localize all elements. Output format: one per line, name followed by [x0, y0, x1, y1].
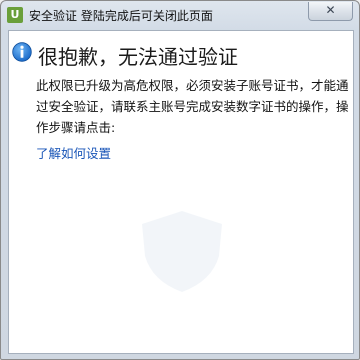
title-bar: U 安全验证 登陆完成后可关闭此页面 ✕	[1, 1, 359, 29]
close-button[interactable]: ✕	[308, 2, 353, 21]
info-icon	[12, 42, 32, 62]
error-headline: 很抱歉，无法通过验证	[38, 45, 238, 69]
security-verification-window: U 安全验证 登陆完成后可关闭此页面 ✕ 很抱歉，无法通过验证 此权限已升级为高…	[0, 0, 360, 360]
app-icon: U	[7, 7, 23, 23]
close-icon: ✕	[325, 3, 336, 17]
window-title: 安全验证 登陆完成后可关闭此页面	[29, 9, 213, 23]
instruction-text: 此权限已升级为高危权限，必须安装子账号证书，才能通过安全验证，请联系主账号完成安…	[36, 78, 349, 135]
learn-setup-link[interactable]: 了解如何设置	[36, 143, 111, 162]
watermark-shield-icon	[142, 211, 222, 292]
message-panel: 很抱歉，无法通过验证 此权限已升级为高危权限，必须安装子账号证书，才能通过安全验…	[8, 30, 354, 354]
